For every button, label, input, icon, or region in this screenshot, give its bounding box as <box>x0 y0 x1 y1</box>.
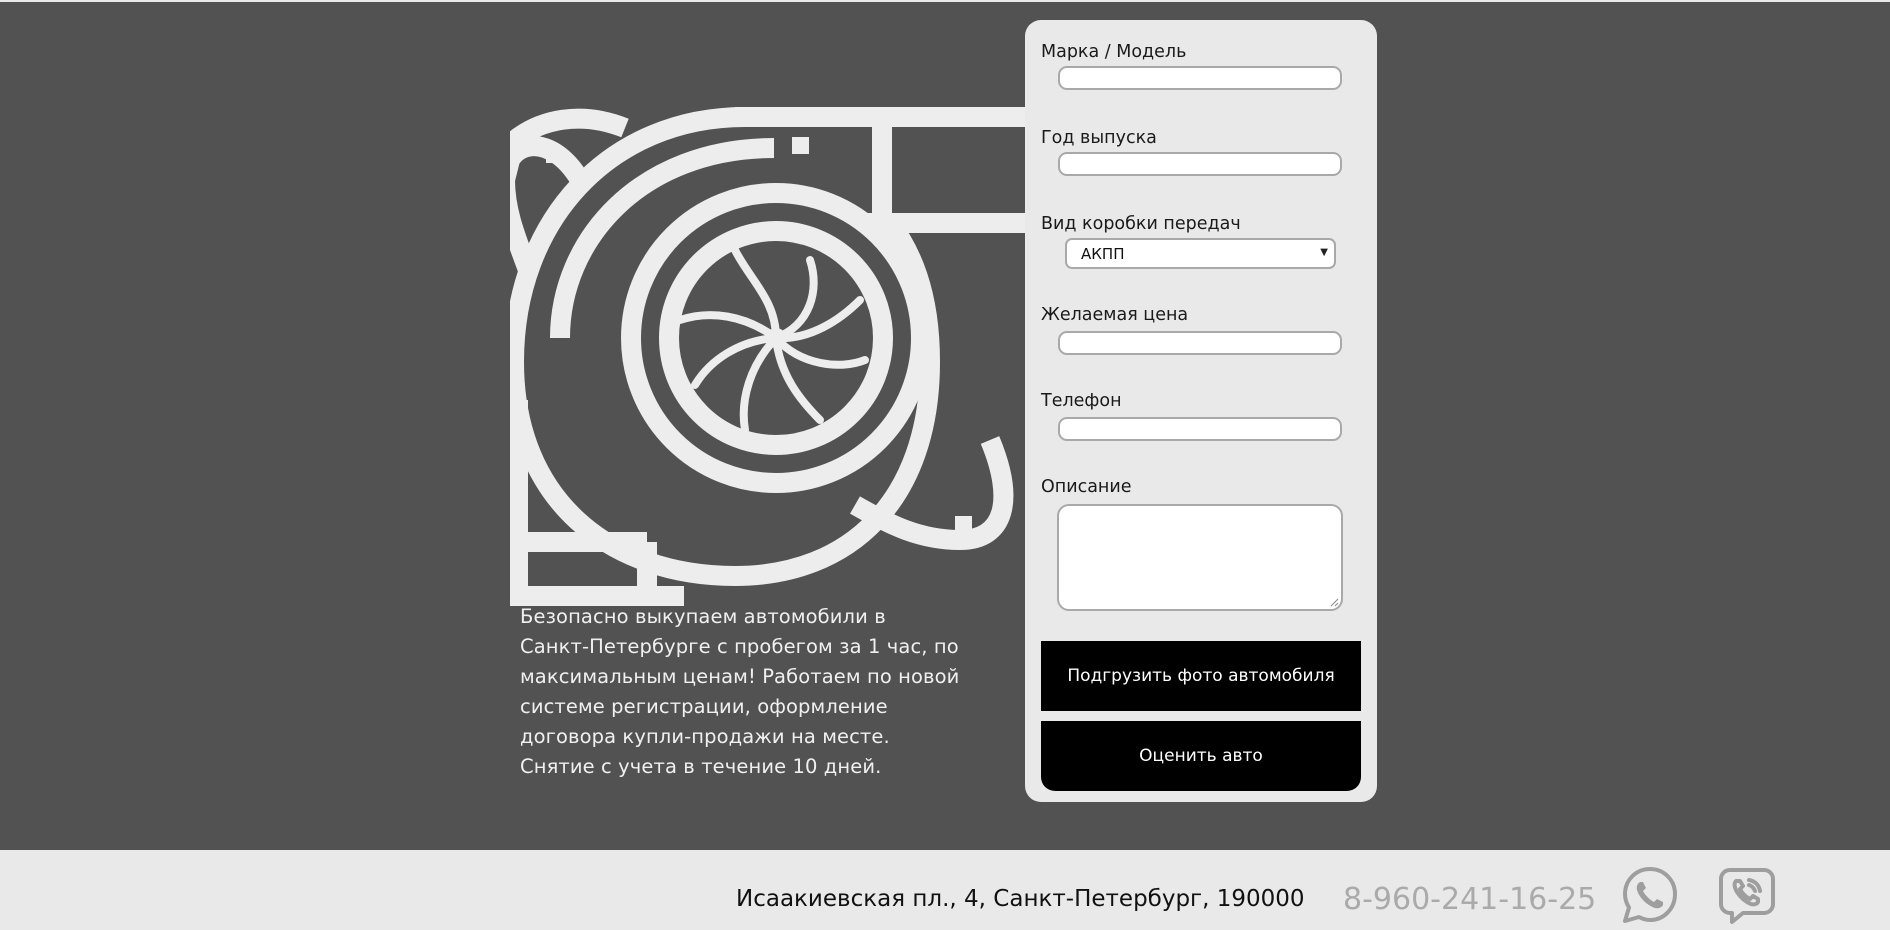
gearbox-label: Вид коробки передач <box>1041 214 1241 234</box>
gearbox-selected-value: АКПП <box>1081 245 1125 263</box>
description-textarea[interactable] <box>1057 504 1343 611</box>
car-valuation-form: Марка / Модель Год выпуска Вид коробки п… <box>1025 20 1377 802</box>
price-label: Желаемая цена <box>1041 305 1189 325</box>
viber-icon[interactable] <box>1716 864 1778 926</box>
description-label: Описание <box>1041 477 1132 497</box>
resize-grip-icon[interactable] <box>1330 598 1339 607</box>
price-input[interactable] <box>1058 331 1342 355</box>
footer-phone[interactable]: 8-960-241-16-25 <box>1343 882 1596 917</box>
phone-label: Телефон <box>1041 391 1122 411</box>
hero-section: Безопасно выкупаем автомобили в Санкт-Пе… <box>0 2 1890 850</box>
make-model-input[interactable] <box>1058 66 1342 90</box>
phone-input[interactable] <box>1058 417 1342 441</box>
whatsapp-icon[interactable] <box>1619 864 1681 926</box>
gearbox-select[interactable]: АКПП ▼ <box>1065 238 1336 269</box>
footer-address: Исаакиевская пл., 4, Санкт-Петербург, 19… <box>736 886 1305 912</box>
chevron-down-icon: ▼ <box>1320 247 1328 258</box>
year-input[interactable] <box>1058 152 1342 176</box>
upload-photo-button[interactable]: Подгрузить фото автомобиля <box>1041 641 1361 711</box>
make-model-label: Марка / Модель <box>1041 42 1187 62</box>
evaluate-car-button[interactable]: Оценить авто <box>1041 721 1361 791</box>
turbocharger-icon <box>510 107 1030 606</box>
year-label: Год выпуска <box>1041 128 1157 148</box>
hero-description: Безопасно выкупаем автомобили в Санкт-Пе… <box>520 605 960 778</box>
